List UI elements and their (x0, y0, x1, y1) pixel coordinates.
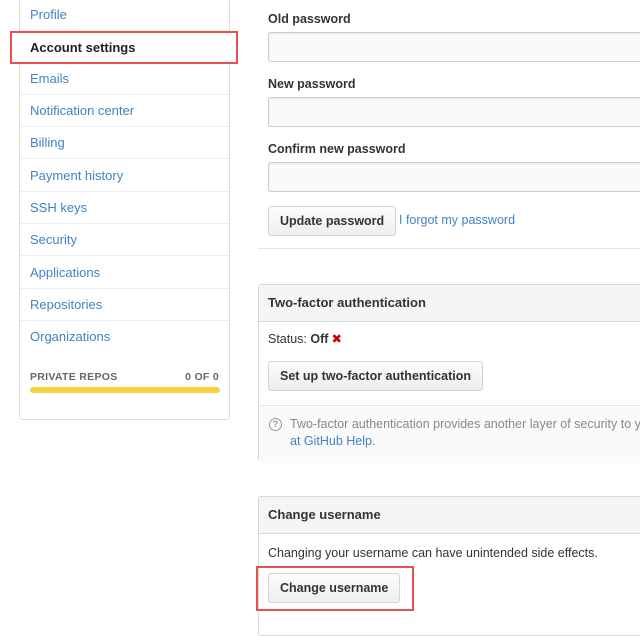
sidebar-item-organizations[interactable]: Organizations (20, 321, 229, 353)
change-username-title: Change username (259, 497, 640, 534)
sidebar-item-payment-history[interactable]: Payment history (20, 160, 229, 192)
two-factor-help: ? Two-factor authentication provides ano… (259, 405, 640, 463)
private-repos-label: PRIVATE REPOS (30, 371, 118, 383)
section-divider (258, 248, 640, 249)
private-repos-count: 0 OF 0 (185, 371, 219, 383)
question-icon: ? (269, 418, 282, 431)
old-password-input[interactable] (268, 32, 640, 62)
github-help-link[interactable]: at GitHub Help (290, 434, 372, 448)
sidebar-item-profile[interactable]: Profile (20, 0, 229, 31)
new-password-label: New password (268, 77, 356, 91)
setup-two-factor-button[interactable]: Set up two-factor authentication (268, 361, 483, 391)
update-password-button[interactable]: Update password (268, 206, 397, 236)
selected-item-highlight: Account settings (10, 31, 238, 64)
confirm-password-label: Confirm new password (268, 142, 406, 156)
new-password-input[interactable] (268, 97, 640, 127)
sidebar-item-account-settings-label[interactable]: Account settings (13, 33, 236, 62)
change-username-highlight (256, 566, 414, 611)
sidebar-item-emails[interactable]: Emails (20, 63, 229, 95)
sidebar-item-repositories[interactable]: Repositories (20, 289, 229, 321)
x-icon: ✖ (331, 332, 342, 346)
confirm-password-input[interactable] (268, 162, 640, 192)
two-factor-help-text: Two-factor authentication provides anoth… (290, 416, 640, 448)
old-password-label: Old password (268, 12, 351, 26)
two-factor-status: Status: Off ✖ (268, 331, 342, 346)
status-value: Off (310, 332, 329, 346)
help-line-1: Two-factor authentication provides anoth… (290, 417, 640, 431)
help-line-end: . (371, 434, 376, 448)
two-factor-box: Two-factor authentication Status: Off ✖ S… (258, 284, 640, 463)
status-label: Status: (268, 332, 307, 346)
forgot-password-link[interactable]: I forgot my password (399, 213, 515, 227)
sidebar-item-ssh-keys[interactable]: SSH keys (20, 192, 229, 224)
private-repos-progress-bar (30, 387, 220, 393)
two-factor-title: Two-factor authentication (259, 285, 640, 322)
sidebar-item-billing[interactable]: Billing (20, 127, 229, 159)
change-username-warning: Changing your username can have unintend… (268, 546, 598, 560)
sidebar-item-security[interactable]: Security (20, 224, 229, 256)
private-repos-progress-fill (30, 387, 220, 393)
sidebar-item-applications[interactable]: Applications (20, 257, 229, 289)
sidebar-item-notification-center[interactable]: Notification center (20, 95, 229, 127)
